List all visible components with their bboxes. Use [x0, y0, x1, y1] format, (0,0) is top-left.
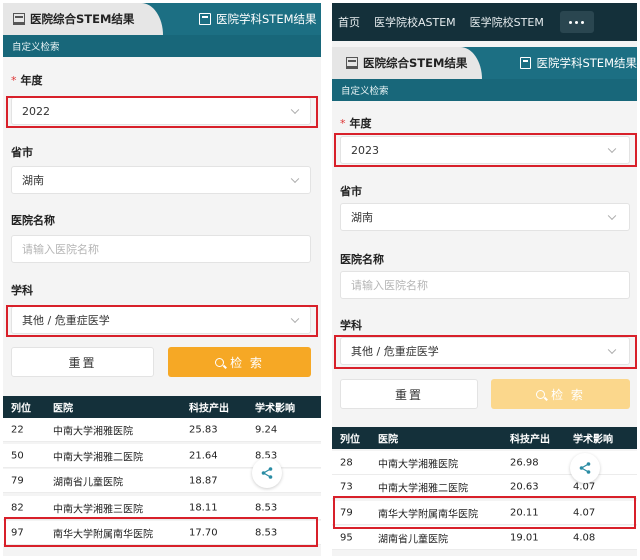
search-icon	[536, 389, 546, 399]
subject-select[interactable]: 其他 / 危重症医学	[11, 306, 311, 334]
more-menu-icon[interactable]	[559, 11, 594, 33]
hospital-name-placeholder: 请输入医院名称	[22, 243, 99, 256]
col-rank-header: 列位	[340, 434, 360, 446]
year-label: * 年度	[11, 74, 43, 87]
province-select[interactable]: 湖南	[340, 203, 630, 231]
col-hospital-header: 医院	[53, 403, 73, 415]
chevron-down-icon	[290, 105, 300, 115]
year-value: 2022	[22, 104, 50, 118]
right-panel: 首页 医学院校ASTEM 医学院校STEM 医院综合STEM结果 医院学科STE…	[332, 3, 637, 556]
tab-bar: 医院综合STEM结果 医院学科STEM结果	[332, 47, 637, 79]
subject-label: 学科	[11, 284, 33, 297]
col-rank-header: 列位	[11, 403, 31, 415]
comparison-screenshot: 医院综合STEM结果 医院学科STEM结果 自定义检索 * 年度 2022 省市 …	[0, 0, 640, 560]
reset-button[interactable]: 重置	[340, 379, 478, 409]
required-mark: *	[340, 117, 346, 130]
col-hospital-header: 医院	[378, 434, 398, 446]
hospital-name-label: 医院名称	[340, 253, 384, 266]
year-select[interactable]: 2023	[340, 136, 630, 164]
province-label: 省市	[340, 185, 362, 198]
province-select[interactable]: 湖南	[11, 166, 311, 194]
required-mark: *	[11, 74, 17, 87]
table-header: 列位 医院 科技产出 学术影响	[332, 427, 637, 449]
table-row[interactable]: 79 南华大学附属南华医院 20.11 4.07	[332, 501, 637, 525]
tab-hospital-subject[interactable]: 医院学科STEM结果	[520, 47, 637, 79]
share-button[interactable]	[570, 453, 600, 483]
table-row[interactable]: 95 湖南省儿童医院 19.01 4.08	[332, 526, 637, 550]
nav-home[interactable]: 首页	[338, 14, 360, 30]
hospital-name-placeholder: 请输入医院名称	[351, 279, 428, 292]
chevron-down-icon	[290, 314, 300, 324]
chevron-down-icon	[607, 211, 617, 221]
top-nav: 首页 医学院校ASTEM 医学院校STEM	[332, 3, 637, 41]
col-impact-header: 学术影响	[573, 434, 613, 446]
hospital-name-input[interactable]: 请输入医院名称	[11, 235, 311, 263]
chevron-down-icon	[607, 345, 617, 355]
reset-button[interactable]: 重置	[11, 347, 154, 377]
province-label: 省市	[11, 146, 33, 159]
province-value: 湖南	[351, 211, 373, 224]
year-label: * 年度	[340, 117, 372, 130]
col-output-header: 科技产出	[510, 434, 550, 446]
share-button[interactable]	[252, 458, 282, 488]
table-row[interactable]: 82 中南大学湘雅三医院 18.11 8.53	[3, 496, 321, 520]
hospital-icon	[13, 13, 25, 25]
col-output-header: 科技产出	[189, 403, 229, 415]
table-row[interactable]: 22 中南大学湘雅医院 25.83 9.24	[3, 418, 321, 442]
chevron-down-icon	[607, 144, 617, 154]
search-button[interactable]: 检 索	[168, 347, 311, 377]
share-icon	[579, 462, 591, 474]
book-icon	[520, 57, 532, 69]
year-select[interactable]: 2022	[11, 97, 311, 125]
hospital-name-label: 医院名称	[11, 214, 55, 227]
hospital-icon	[346, 57, 358, 69]
subject-label: 学科	[340, 319, 362, 332]
search-icon	[215, 357, 225, 367]
table-header: 列位 医院 科技产出 学术影响	[3, 396, 321, 418]
custom-search-label: 自定义检索	[12, 42, 60, 53]
tab-hospital-overall[interactable]: 医院综合STEM结果	[332, 47, 482, 79]
subject-value: 其他 / 危重症医学	[22, 314, 110, 327]
custom-search-label: 自定义检索	[341, 86, 389, 97]
hospital-name-input[interactable]: 请输入医院名称	[340, 271, 630, 299]
year-value: 2023	[351, 143, 379, 157]
tab-bar: 医院综合STEM结果 医院学科STEM结果	[3, 3, 321, 35]
province-value: 湖南	[22, 174, 44, 187]
share-icon	[261, 467, 273, 479]
col-impact-header: 学术影响	[255, 403, 295, 415]
tab-label: 医院综合STEM结果	[363, 56, 468, 70]
book-icon	[199, 13, 211, 25]
custom-search-bar: 自定义检索	[3, 35, 321, 57]
subject-value: 其他 / 危重症医学	[351, 345, 439, 358]
chevron-down-icon	[290, 174, 300, 184]
tab-hospital-overall[interactable]: 医院综合STEM结果	[3, 3, 163, 35]
left-panel: 医院综合STEM结果 医院学科STEM结果 自定义检索 * 年度 2022 省市 …	[3, 3, 321, 556]
custom-search-bar: 自定义检索	[332, 79, 637, 101]
table-row[interactable]: 97 南华大学附属南华医院 17.70 8.53	[3, 521, 321, 545]
nav-astem[interactable]: 医学院校ASTEM	[374, 14, 456, 30]
tab-label: 医院学科STEM结果	[216, 12, 317, 26]
tab-hospital-subject[interactable]: 医院学科STEM结果	[199, 3, 321, 35]
subject-select[interactable]: 其他 / 危重症医学	[340, 337, 630, 365]
search-button[interactable]: 检 索	[491, 379, 630, 409]
nav-stem[interactable]: 医学院校STEM	[470, 14, 544, 30]
tab-label: 医院综合STEM结果	[30, 12, 135, 26]
tab-label: 医院学科STEM结果	[536, 56, 637, 70]
